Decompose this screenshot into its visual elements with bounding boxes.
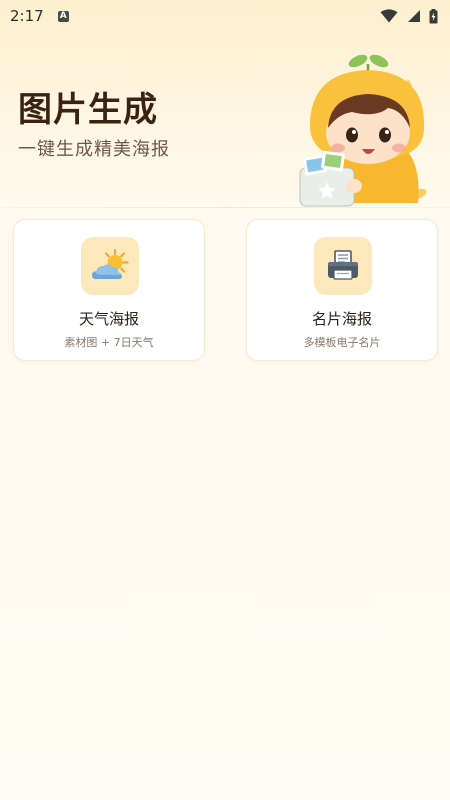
mascot-illustration bbox=[299, 54, 427, 207]
page-subtitle: 一键生成精美海报 bbox=[18, 139, 170, 160]
signal-icon bbox=[408, 10, 420, 22]
business-card-poster-title: 名片海报 bbox=[311, 310, 372, 328]
status-time: 2:17 bbox=[10, 7, 44, 25]
status-left: 2:17 A bbox=[10, 7, 69, 25]
hero-banner: 图片生成 一键生成精美海报 bbox=[0, 32, 450, 208]
status-bar: 2:17 A bbox=[0, 0, 450, 32]
business-card-poster-subtitle: 多模板电子名片 bbox=[303, 336, 381, 349]
notification-badge-icon: A bbox=[57, 10, 69, 22]
page-title: 图片生成 bbox=[18, 90, 158, 130]
status-right bbox=[380, 8, 438, 24]
weather-poster-subtitle: 素材图 + 7日天气 bbox=[64, 336, 154, 349]
weather-poster-card[interactable]: 天气海报 素材图 + 7日天气 bbox=[13, 219, 205, 361]
weather-icon-tile bbox=[81, 237, 139, 295]
card-printer-icon-tile bbox=[314, 237, 372, 295]
weather-icon bbox=[92, 248, 129, 279]
battery-charging-icon bbox=[429, 8, 438, 23]
notification-badge-letter: A bbox=[59, 10, 67, 21]
weather-poster-title: 天气海报 bbox=[78, 310, 139, 328]
business-card-poster-card[interactable]: 名片海报 多模板电子名片 bbox=[246, 219, 438, 361]
card-printer-icon bbox=[328, 250, 358, 280]
wifi-icon bbox=[380, 9, 398, 23]
hero-divider bbox=[0, 207, 450, 208]
